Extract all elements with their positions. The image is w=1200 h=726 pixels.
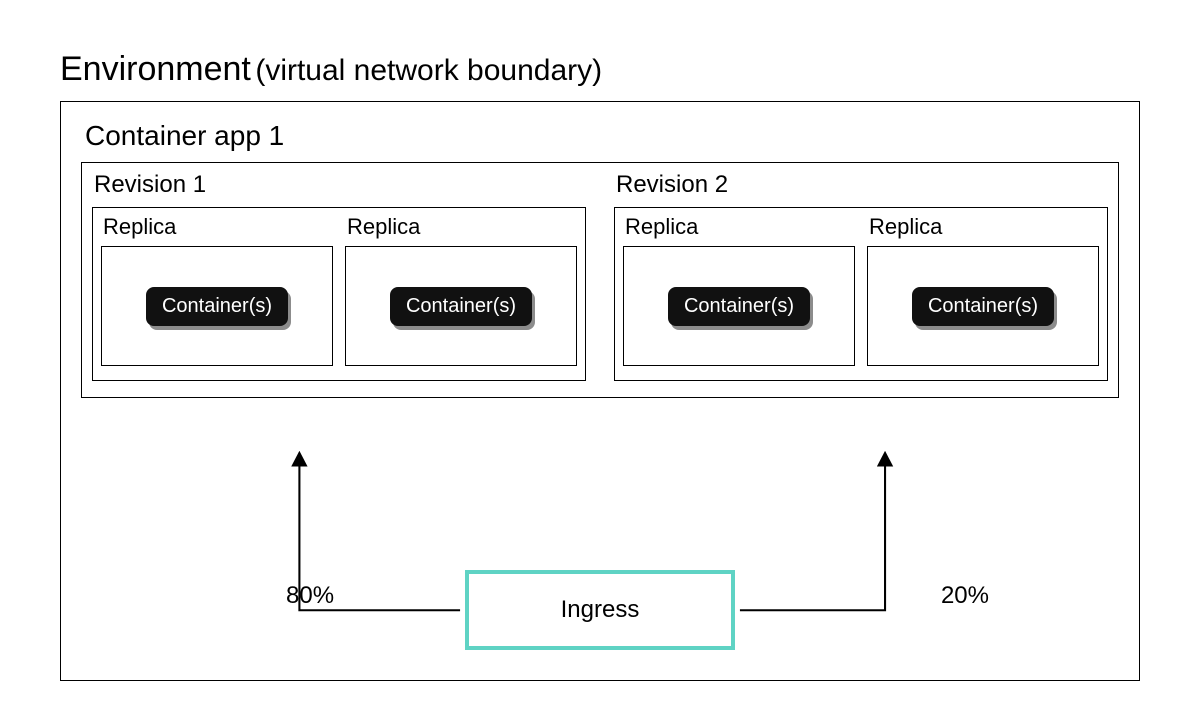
environment-box: Container app 1 Revision 1 Replica Conta…	[60, 101, 1140, 681]
replica-box: Container(s)	[867, 246, 1099, 366]
replica: Replica Container(s)	[101, 214, 333, 366]
replica-label: Replica	[101, 214, 333, 240]
diagram-title: Environment (virtual network boundary)	[60, 50, 1140, 89]
revision-label: Revision 2	[614, 171, 1108, 199]
ingress-box: Ingress	[465, 570, 735, 650]
app-title: Container app 1	[81, 120, 1119, 152]
replica-label: Replica	[867, 214, 1099, 240]
container-pill: Container(s)	[146, 287, 288, 326]
title-main: Environment	[60, 50, 251, 88]
replica: Replica Container(s)	[345, 214, 577, 366]
replica: Replica Container(s)	[867, 214, 1099, 366]
replica-box: Container(s)	[101, 246, 333, 366]
replica-label: Replica	[345, 214, 577, 240]
container-app-box: Revision 1 Replica Container(s) Replica …	[81, 162, 1119, 398]
container-pill: Container(s)	[668, 287, 810, 326]
revision-box: Replica Container(s) Replica Container(s…	[92, 207, 586, 381]
revision-1: Revision 1 Replica Container(s) Replica …	[92, 171, 586, 381]
container-pill: Container(s)	[912, 287, 1054, 326]
traffic-percent-left: 80%	[286, 582, 334, 610]
traffic-percent-right: 20%	[941, 582, 989, 610]
revision-label: Revision 1	[92, 171, 586, 199]
replica-box: Container(s)	[623, 246, 855, 366]
replica: Replica Container(s)	[623, 214, 855, 366]
title-sub: (virtual network boundary)	[255, 54, 602, 87]
container-pill: Container(s)	[390, 287, 532, 326]
ingress-label: Ingress	[561, 596, 640, 624]
revision-2: Revision 2 Replica Container(s) Replica …	[614, 171, 1108, 381]
replica-label: Replica	[623, 214, 855, 240]
revision-box: Replica Container(s) Replica Container(s…	[614, 207, 1108, 381]
replica-box: Container(s)	[345, 246, 577, 366]
